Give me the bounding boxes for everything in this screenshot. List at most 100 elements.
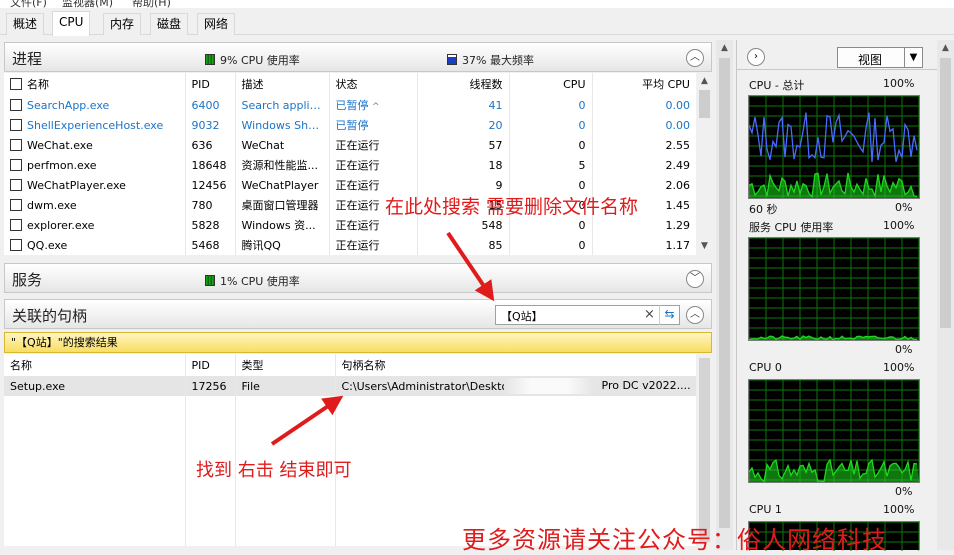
row-checkbox[interactable] [10,238,22,251]
processes-scrollbar[interactable]: ▲ ▼ [696,73,713,255]
process-cpu: 0 [508,95,592,115]
process-status: 正在运行 [328,155,417,175]
process-name: dwm.exe [4,195,185,215]
handle-process-name: Setup.exe [10,379,66,393]
cpu-total-graph [748,95,920,199]
handles-header-row: 名称 PID 类型 句柄名称 [4,354,696,376]
col-header-name[interactable]: 名称 [4,73,185,95]
process-threads: 57 [416,135,509,155]
process-name: WeChat.exe [4,135,185,155]
processes-header[interactable]: 进程 9% CPU 使用率 37% 最大频率 ︿ [4,42,712,72]
view-dropdown[interactable]: 视图 ▼ [837,47,923,68]
processes-table-wrap: 名称 PID 描述 状态 ^ 线程数 CPU 平均 CPU SearchApp.e… [4,73,696,255]
process-threads: 18 [416,155,509,175]
col-header-handle-path[interactable]: 句柄名称 [334,354,696,376]
process-name: perfmon.exe [4,155,185,175]
scroll-up-icon[interactable]: ▲ [716,40,733,57]
handle-pid: 17256 [184,376,235,396]
dropdown-arrow-icon[interactable]: ▼ [904,48,922,67]
chevron-down-icon[interactable]: ﹀ [686,270,704,288]
graph-max-cpu1: 100% [883,503,915,516]
row-checkbox[interactable] [10,178,22,191]
refresh-search-icon[interactable]: ⇆ [659,305,679,325]
row-checkbox[interactable] [10,98,22,111]
handle-path: C:\Users\Administrator\Desktop Pro DC v2… [334,376,696,396]
clear-search-icon[interactable]: × [644,307,655,322]
scroll-thumb[interactable] [699,358,710,542]
process-pid: 5828 [184,215,235,235]
handles-header[interactable]: 关联的句柄 × ⇆ ︿ [4,299,712,329]
graph-title-total: CPU - 总计 [749,79,805,92]
col-header-status[interactable]: 状态 ^ [328,73,417,112]
row-checkbox[interactable] [10,198,22,211]
scroll-down-icon[interactable]: ▼ [696,238,713,255]
process-desc: Windows 资... [234,215,329,235]
select-all-checkbox[interactable] [10,78,22,90]
graphs-scrollbar[interactable]: ▲ [937,40,954,550]
table-row[interactable]: WeChat.exe 636 WeChat 正在运行 57 0 2.55 [4,135,696,155]
scroll-thumb[interactable] [940,58,951,328]
process-pid: 6400 [184,95,235,115]
tab-disk[interactable]: 磁盘 [150,13,189,35]
processes-max-freq: 37% 最大频率 [462,54,534,67]
scroll-thumb[interactable] [719,58,730,528]
handle-path-right: Pro DC v2022.... [601,379,691,392]
chevron-up-icon[interactable]: ︿ [686,306,704,324]
scroll-thumb[interactable] [699,90,710,118]
tab-memory[interactable]: 内存 [103,13,142,35]
process-pid: 18648 [184,155,235,175]
scroll-up-icon[interactable]: ▲ [696,73,713,90]
services-header[interactable]: 服务 1% CPU 使用率 ﹀ [4,263,712,293]
col-header-avg-cpu[interactable]: 平均 CPU [591,73,696,95]
handle-search-box[interactable]: × ⇆ [495,305,680,325]
handles-table-wrap: 名称 PID 类型 句柄名称 Setup.exe 17256 File C:\U… [4,354,696,546]
graph-min-total: 0% [895,201,913,214]
row-checkbox[interactable] [10,218,22,231]
table-row[interactable]: perfmon.exe 18648 资源和性能监... 正在运行 18 5 2.49 [4,155,696,175]
handles-scrollbar[interactable] [696,354,713,546]
handle-search-input[interactable] [501,308,641,323]
tab-overview[interactable]: 概述 [6,13,45,35]
process-desc: 桌面窗口管理器 [234,195,329,215]
process-pid: 9032 [184,115,235,135]
process-cpu: 0 [508,135,592,155]
tab-bar: 概述 CPU 内存 磁盘 网络 [0,8,954,36]
table-row[interactable]: Setup.exe 17256 File C:\Users\Administra… [4,376,696,396]
table-row[interactable]: ShellExperienceHost.exe 9032 Windows She..… [4,115,696,135]
col-header-handle-pid[interactable]: PID [184,354,235,376]
processes-table: 名称 PID 描述 状态 ^ 线程数 CPU 平均 CPU SearchApp.e… [4,73,696,255]
process-pid: 12456 [184,175,235,195]
col-header-threads[interactable]: 线程数 [416,73,509,95]
process-desc: Search applic... [234,95,329,115]
graph-min-service: 0% [895,343,913,356]
row-checkbox[interactable] [10,118,22,131]
row-checkbox[interactable] [10,158,22,171]
col-header-pid[interactable]: PID [184,73,235,95]
process-desc: WeChatPlayer [234,175,329,195]
process-cpu: 5 [508,155,592,175]
processes-cpu-meter: 9% CPU 使用率 [205,52,300,68]
col-header-cpu[interactable]: CPU [508,73,592,95]
menu-monitor[interactable]: 监视器(M) [62,0,113,8]
expand-panel-icon[interactable]: › [747,48,765,66]
chevron-up-icon[interactable]: ︿ [686,49,704,67]
tab-cpu[interactable]: CPU [52,11,91,36]
graph-max-service: 100% [883,219,915,232]
row-checkbox[interactable] [10,138,22,151]
scroll-up-icon[interactable]: ▲ [937,40,954,57]
graph-min-cpu0: 0% [895,485,913,498]
col-header-desc[interactable]: 描述 [234,73,329,95]
process-name: SearchApp.exe [4,95,185,115]
table-row[interactable]: QQ.exe 5468 腾讯QQ 正在运行 85 0 1.17 [4,235,696,255]
main-scrollbar[interactable]: ▲ [716,40,733,550]
col-header-handle-type[interactable]: 类型 [234,354,335,376]
tab-network[interactable]: 网络 [197,13,236,35]
process-desc: 资源和性能监... [234,155,329,175]
col-header-handle-name[interactable]: 名称 [4,354,185,376]
menu-help[interactable]: 帮助(H) [132,0,171,8]
process-avg-cpu: 0.00 [591,115,696,135]
processes-freq-meter: 37% 最大频率 [447,52,534,68]
menu-file[interactable]: 文件(F) [10,0,47,8]
process-avg-cpu: 0.00 [591,95,696,115]
table-row[interactable]: SearchApp.exe 6400 Search applic... 已暂停 41 0 0… [4,95,696,115]
